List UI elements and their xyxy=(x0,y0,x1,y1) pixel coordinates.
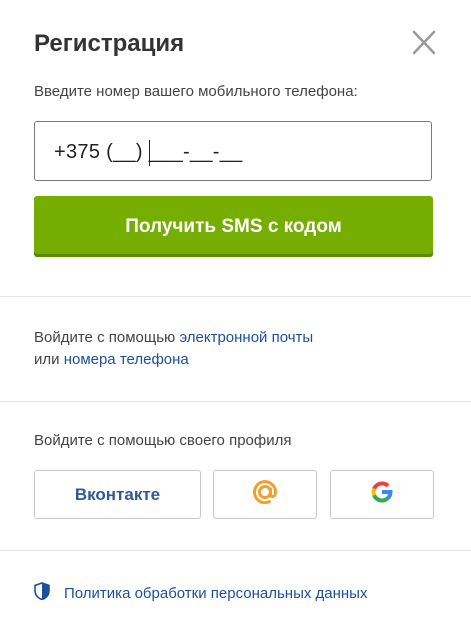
mail-login-button[interactable] xyxy=(213,470,317,519)
alt-login-or: или xyxy=(34,351,64,368)
text-caret xyxy=(149,140,150,166)
divider xyxy=(0,401,471,402)
privacy-policy-link[interactable]: Политика обработки персональных данных xyxy=(64,585,367,602)
social-login-label: Войдите с помощью своего профиля xyxy=(34,432,292,449)
vk-login-button[interactable]: Вконтакте xyxy=(34,470,201,519)
phone-label: Введите номер вашего мобильного телефона… xyxy=(34,83,358,100)
get-sms-code-button[interactable]: Получить SMS с кодом xyxy=(34,196,433,257)
phone-login-link[interactable]: номера телефона xyxy=(64,351,189,368)
close-icon[interactable] xyxy=(409,29,439,57)
shield-icon xyxy=(34,582,50,605)
alt-login-prefix: Войдите с помощью xyxy=(34,329,180,346)
registration-dialog: Регистрация Введите номер вашего мобильн… xyxy=(0,0,471,631)
vk-login-label: Вконтакте xyxy=(74,484,161,504)
privacy-policy-row: Политика обработки персональных данных xyxy=(34,582,367,605)
divider xyxy=(0,296,471,297)
dialog-title: Регистрация xyxy=(34,30,185,57)
google-login-button[interactable] xyxy=(330,470,434,519)
google-icon xyxy=(368,478,396,511)
email-login-link[interactable]: электронной почты xyxy=(179,329,313,346)
alt-login-text: Войдите с помощью электронной почты или … xyxy=(34,327,313,371)
phone-input[interactable]: +375 (__) ___-__-__ xyxy=(34,121,432,181)
divider xyxy=(0,550,471,551)
at-sign-icon xyxy=(250,477,280,512)
